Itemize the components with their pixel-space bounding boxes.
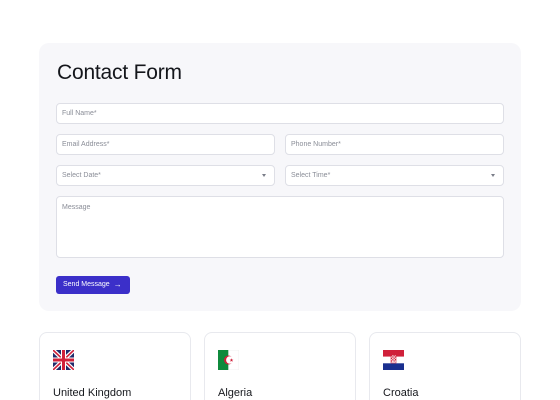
email-placeholder: Email Address* <box>62 141 110 148</box>
email-field[interactable]: Email Address* <box>56 134 275 155</box>
phone-field[interactable]: Phone Number* <box>285 134 504 155</box>
form-title: Contact Form <box>57 61 182 84</box>
time-select[interactable]: Select Time* <box>285 165 504 186</box>
chevron-down-icon <box>262 174 266 177</box>
full-name-field[interactable]: Full Name* <box>56 103 504 124</box>
country-card-croatia[interactable]: Croatia <box>369 332 521 400</box>
full-name-placeholder: Full Name* <box>62 110 97 117</box>
phone-placeholder: Phone Number* <box>291 141 341 148</box>
country-name: Algeria <box>218 387 253 399</box>
country-card-united-kingdom[interactable]: United Kingdom <box>39 332 191 400</box>
date-placeholder: Select Date* <box>62 172 101 179</box>
arrow-right-icon: → <box>113 280 122 289</box>
algeria-flag-icon <box>218 350 239 370</box>
contact-form-card: Contact Form Full Name* Email Address* P… <box>39 43 521 311</box>
country-card-algeria[interactable]: Algeria <box>204 332 356 400</box>
croatia-flag-icon <box>383 350 404 370</box>
send-message-button[interactable]: Send Message → <box>56 276 130 294</box>
time-placeholder: Select Time* <box>291 172 331 179</box>
country-name: Croatia <box>383 387 419 399</box>
send-message-label: Send Message <box>63 281 110 288</box>
message-field[interactable]: Message <box>56 196 504 258</box>
date-select[interactable]: Select Date* <box>56 165 275 186</box>
chevron-down-icon <box>491 174 495 177</box>
message-placeholder: Message <box>62 204 91 211</box>
country-name: United Kingdom <box>53 387 132 399</box>
uk-flag-icon <box>53 350 74 370</box>
